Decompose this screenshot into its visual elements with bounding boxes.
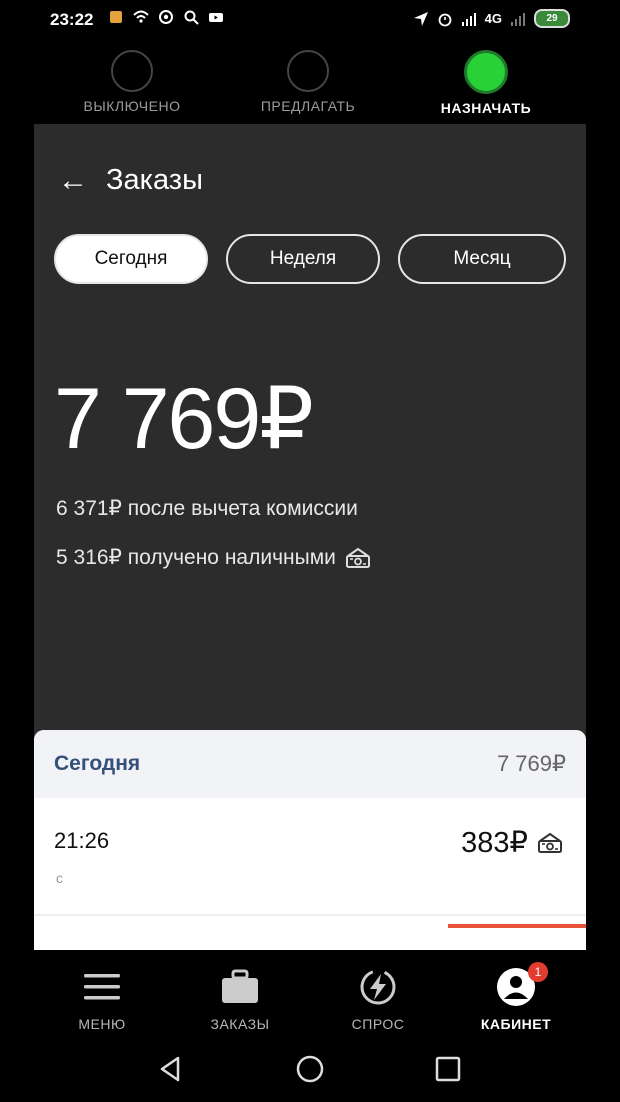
status-left-icons bbox=[108, 9, 224, 25]
location-icon bbox=[159, 10, 173, 24]
nav-orders-icon-wrap bbox=[170, 964, 310, 1010]
navigation-icon bbox=[413, 11, 428, 26]
nav-cabinet-label: КАБИНЕТ bbox=[480, 1016, 552, 1032]
cash-received: 5 316₽ получено наличными bbox=[56, 546, 336, 569]
system-navigation-bar bbox=[0, 1040, 620, 1102]
nav-cabinet-icon-wrap: 1 bbox=[446, 962, 586, 1010]
day-total: 7 769₽ bbox=[496, 751, 566, 776]
period-tabs: Сегодня Неделя Месяц bbox=[54, 234, 566, 284]
home-circle-icon[interactable] bbox=[295, 1054, 325, 1084]
order-time: 21:26 bbox=[54, 828, 110, 853]
search-icon bbox=[184, 10, 199, 25]
nav-menu-label: МЕНЮ bbox=[78, 1016, 126, 1032]
nav-orders[interactable]: ЗАКАЗЫ bbox=[170, 964, 310, 1032]
signal-icon bbox=[461, 12, 476, 26]
status-right-icons: 4G 29 bbox=[413, 9, 570, 28]
nav-demand[interactable]: СПРОС bbox=[308, 964, 448, 1032]
dispatch-mode-selector: ВЫКЛЮЧЕНО ПРЕДЛАГАТЬ НАЗНАЧАТЬ bbox=[0, 44, 620, 124]
orders-panel: ← Заказы Сегодня Неделя Месяц 7 769₽ 6 3… bbox=[34, 124, 586, 950]
status-time: 23:22 bbox=[50, 10, 94, 29]
header: ← Заказы bbox=[58, 164, 203, 197]
lightning-icon bbox=[360, 969, 396, 1005]
network-type: 4G bbox=[484, 11, 502, 26]
total-earnings: 7 769₽ bbox=[54, 371, 314, 467]
nav-orders-label: ЗАКАЗЫ bbox=[210, 1016, 270, 1032]
arrow-left-icon[interactable]: ← bbox=[58, 165, 88, 196]
menu-icon bbox=[84, 974, 120, 1000]
mode-offer[interactable]: ПРЕДЛАГАТЬ bbox=[218, 44, 398, 114]
status-bar: 23:22 4G 29 bbox=[0, 0, 620, 40]
signal-weak-icon bbox=[511, 12, 525, 26]
mode-offer-indicator bbox=[287, 50, 329, 92]
cash-icon bbox=[538, 832, 562, 853]
nav-menu-icon-wrap bbox=[32, 964, 172, 1010]
mode-off[interactable]: ВЫКЛЮЧЕНО bbox=[42, 44, 222, 114]
back-triangle-icon[interactable] bbox=[156, 1054, 186, 1084]
wifi-icon bbox=[133, 10, 149, 23]
notification-badge: 1 bbox=[528, 962, 548, 982]
mode-off-label: ВЫКЛЮЧЕНО bbox=[83, 98, 181, 114]
day-header: Сегодня 7 769₽ bbox=[34, 730, 586, 798]
accent-strip bbox=[448, 924, 586, 928]
order-price: 383₽ bbox=[461, 827, 528, 859]
alarm-icon bbox=[438, 13, 452, 26]
mode-assign-indicator bbox=[464, 50, 508, 94]
tab-week[interactable]: Неделя bbox=[226, 234, 380, 284]
tab-today[interactable]: Сегодня bbox=[54, 234, 208, 284]
recents-square-icon[interactable] bbox=[433, 1054, 463, 1084]
day-label: Сегодня bbox=[54, 752, 141, 775]
nav-cabinet[interactable]: 1 КАБИНЕТ bbox=[446, 962, 586, 1032]
mode-off-indicator bbox=[111, 50, 153, 92]
bottom-nav: МЕНЮ ЗАКАЗЫ СПРОС 1 КАБИНЕТ bbox=[0, 950, 620, 1040]
mode-assign[interactable]: НАЗНАЧАТЬ bbox=[396, 44, 576, 116]
nav-demand-label: СПРОС bbox=[351, 1016, 405, 1032]
battery-icon: 29 bbox=[534, 9, 570, 28]
cash-icon bbox=[345, 547, 370, 568]
mode-offer-label: ПРЕДЛАГАТЬ bbox=[260, 98, 356, 114]
notification-icon bbox=[110, 11, 122, 23]
list-item[interactable]: 21:26 с 383₽ bbox=[34, 798, 586, 948]
order-subtitle: с bbox=[56, 870, 63, 886]
orders-list-card: Сегодня 7 769₽ 21:26 с 383₽ bbox=[34, 730, 586, 950]
divider bbox=[34, 914, 586, 916]
mode-assign-label: НАЗНАЧАТЬ bbox=[440, 100, 532, 116]
nav-demand-icon-wrap bbox=[308, 964, 448, 1010]
cash-received-row: 5 316₽ получено наличными bbox=[56, 545, 372, 570]
tab-month[interactable]: Месяц bbox=[398, 234, 566, 284]
nav-menu[interactable]: МЕНЮ bbox=[32, 964, 172, 1032]
after-commission: 6 371₽ после вычета комиссии bbox=[56, 497, 358, 520]
order-price-row: 383₽ bbox=[461, 825, 564, 860]
video-icon bbox=[209, 13, 223, 22]
briefcase-icon bbox=[222, 969, 258, 1003]
page-title: Заказы bbox=[106, 164, 203, 196]
